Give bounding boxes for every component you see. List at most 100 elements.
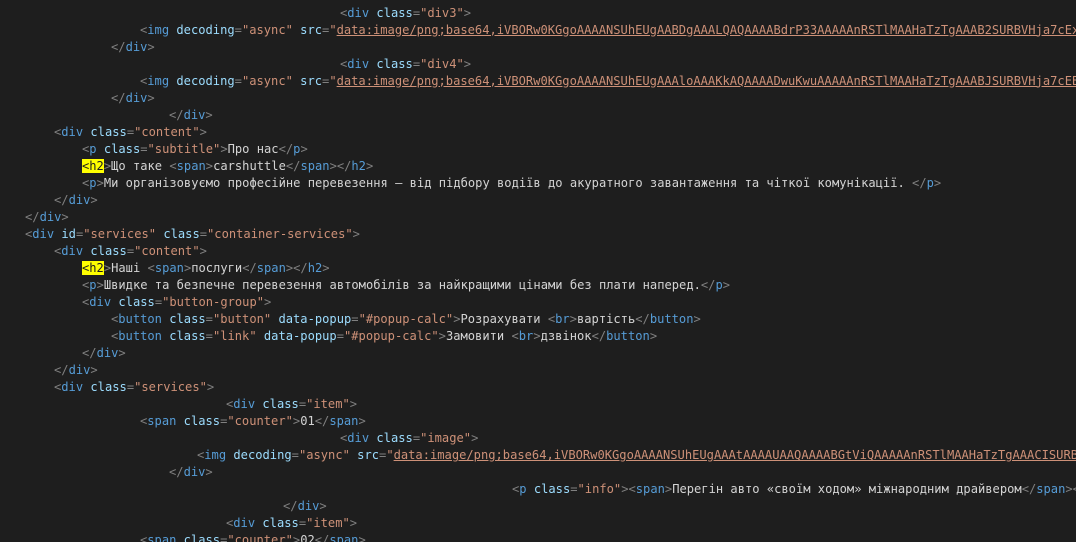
code-line[interactable]: <button class="link" data-popup="#popup-… [111, 328, 657, 345]
code-punctuation: = [336, 329, 344, 344]
code-attribute: class [369, 56, 413, 71]
code-text: 01 [300, 414, 315, 429]
code-data-url[interactable]: data:image/png;base64,iVBORw0KGgoAAAANSU… [337, 23, 1076, 37]
code-tag-name: div [125, 39, 148, 54]
code-punctuation: </ [591, 329, 607, 344]
code-line[interactable]: <p>Ми організовуємо професійне перевезен… [82, 175, 941, 192]
code-line[interactable]: <div class="content"> [54, 243, 207, 260]
code-text: Перегін авто «своїм ходом» міжнародним д… [672, 482, 1022, 497]
code-line[interactable]: <img decoding="async" src="data:image/pn… [140, 73, 1076, 90]
code-text: Наші [111, 260, 148, 275]
code-string: "image" [420, 431, 472, 446]
search-match-highlight: <h2 [82, 158, 104, 173]
code-line[interactable]: </div> [283, 498, 327, 515]
code-line[interactable]: <p class="subtitle">Про нас</p> [82, 141, 308, 158]
code-punctuation: > [300, 141, 308, 156]
code-attribute: class [83, 380, 127, 395]
code-attribute: data-popup [256, 329, 337, 344]
code-punctuation: > [471, 431, 479, 446]
code-text: Замовити [445, 329, 512, 344]
code-line[interactable]: </div> [111, 39, 155, 56]
code-punctuation: > [569, 312, 577, 327]
code-tag-name: div [89, 295, 112, 309]
code-punctuation: </ [285, 158, 301, 173]
code-tag-name: span [329, 414, 359, 429]
code-line[interactable]: <img decoding="async" src="data:image/pn… [140, 22, 1076, 39]
code-punctuation: > [693, 312, 701, 327]
code-punctuation: > [205, 465, 213, 480]
code-line[interactable]: <div class="image"> [340, 430, 478, 447]
code-line[interactable]: <h2>Наші <span>послуги</span></h2> [82, 260, 330, 277]
code-line[interactable]: <div class="button-group"> [82, 294, 271, 311]
code-tag-name: div [125, 90, 148, 105]
code-line[interactable]: <p class="info"><span>Перегін авто «свої… [512, 481, 1076, 498]
code-attribute: class [526, 482, 571, 497]
code-punctuation: > [933, 175, 942, 190]
code-line[interactable]: <img decoding="async" src="data:image/pn… [197, 447, 1076, 464]
code-line[interactable]: </div> [169, 464, 213, 481]
code-attribute: class [161, 312, 206, 327]
code-punctuation: > [365, 158, 374, 173]
code-line[interactable]: <div class="item"> [226, 515, 357, 532]
code-punctuation: > [352, 226, 360, 241]
code-tag-name: span [147, 533, 177, 542]
code-line[interactable]: <button class="button" data-popup="#popu… [111, 311, 701, 328]
code-line[interactable]: <div class="item"> [226, 396, 357, 413]
code-string: "container-services" [207, 226, 353, 241]
code-punctuation: > [205, 158, 214, 173]
code-punctuation: </ [169, 107, 184, 122]
code-punctuation: = [570, 482, 578, 497]
code-tag-name: div [32, 226, 55, 241]
code-tag-name: div [39, 209, 62, 224]
code-punctuation: </ [1021, 482, 1037, 497]
code-line[interactable]: <span class="counter">02</span> [140, 532, 366, 542]
code-line[interactable]: <span class="counter">01</span> [140, 413, 366, 430]
code-string: "async" [241, 73, 293, 88]
code-tag-name: div [68, 192, 91, 207]
code-punctuation: > [322, 260, 330, 275]
code-line[interactable]: </div> [54, 362, 98, 379]
code-line[interactable]: </div> [169, 107, 213, 124]
code-string: "services" [83, 226, 157, 241]
code-punctuation: = [154, 295, 163, 309]
code-tag-name: p [89, 175, 97, 190]
code-attribute: class [83, 124, 127, 139]
code-punctuation: </ [278, 141, 294, 156]
code-tag-name: span [154, 260, 184, 275]
code-attribute: src [349, 448, 380, 463]
code-editor[interactable]: <div class="div3"> <img decoding="async" … [0, 0, 1076, 542]
code-tag-name: button [606, 329, 650, 344]
code-punctuation: >< [621, 482, 636, 497]
code-tag-name: br [555, 312, 570, 327]
code-line[interactable]: <p>Швидке та безпечне перевезення автомо… [82, 277, 730, 294]
code-attribute: src [292, 22, 323, 37]
code-punctuation: > [533, 329, 541, 344]
code-line[interactable]: <h2>Що таке <span>carshuttle</span></h2> [82, 158, 373, 175]
code-string: "div3" [420, 5, 464, 20]
code-punctuation: > [199, 124, 207, 139]
code-string: "item" [306, 397, 350, 412]
code-data-url[interactable]: data:image/png;base64,iVBORw0KGgoAAAANSU… [394, 448, 1076, 462]
code-data-url[interactable]: data:image/png;base64,iVBORw0KGgoAAAANSU… [337, 74, 1076, 88]
code-tag-name: span [635, 482, 665, 497]
code-line[interactable]: <div class="services"> [54, 379, 214, 396]
code-tag-name: div [233, 397, 256, 412]
code-punctuation: </ [912, 175, 927, 190]
code-line[interactable]: <div class="div4"> [340, 56, 471, 73]
code-string: "async" [241, 22, 293, 37]
code-line[interactable]: <div id="services" class="container-serv… [25, 226, 360, 243]
code-punctuation: = [291, 448, 299, 463]
code-tag-name: br [518, 329, 534, 344]
code-line[interactable]: </div> [111, 90, 155, 107]
code-tag-name: div [183, 465, 206, 480]
code-line[interactable]: <div class="content"> [54, 124, 207, 141]
code-attribute: decoding [169, 73, 235, 88]
code-tag-name: div [347, 56, 370, 71]
code-line[interactable]: </div> [54, 192, 98, 209]
code-line[interactable]: </div> [25, 209, 69, 226]
code-line[interactable]: <div class="div3"> [340, 5, 471, 22]
code-tag-name: h2 [351, 158, 366, 173]
code-text: 02 [300, 533, 315, 542]
code-line[interactable]: </div> [82, 345, 126, 362]
code-text: дзвінок [540, 329, 592, 344]
